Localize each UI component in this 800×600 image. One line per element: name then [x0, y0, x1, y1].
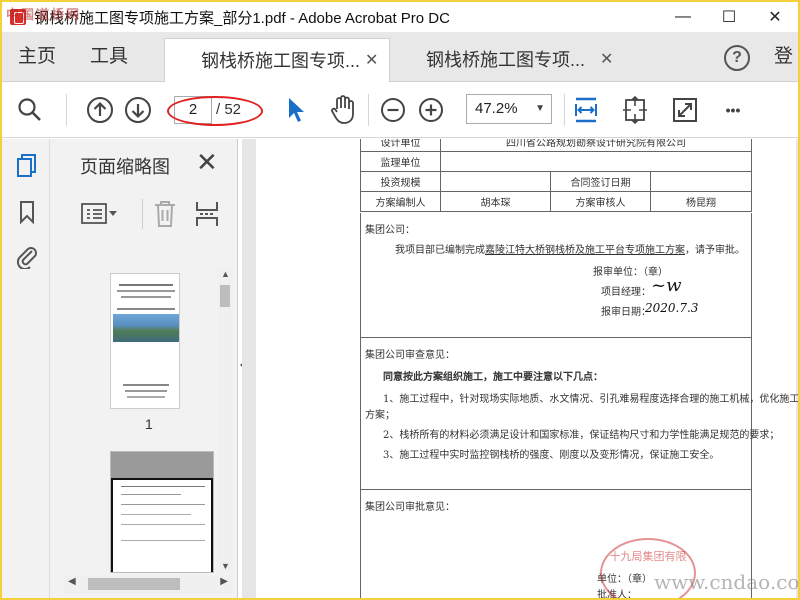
pages-icon[interactable] — [16, 153, 38, 179]
submission-text: 我项目部已编制完成嘉陵江特大桥钢栈桥及施工平台专项施工方案，请予审批。 — [395, 245, 745, 256]
tab-document-1[interactable]: 钢栈桥施工图专项... ✕ — [164, 38, 390, 82]
minimize-button[interactable]: — — [660, 2, 706, 32]
fullscreen-icon[interactable] — [672, 96, 698, 124]
thumbnail-hscrollbar[interactable]: ◀ ▶ — [64, 575, 232, 593]
hscrollbar-thumb[interactable] — [88, 578, 180, 590]
search-icon[interactable] — [16, 96, 44, 124]
table-row: 投资规模 合同签订日期 — [360, 171, 752, 192]
submission-section: 集团公司： 我项目部已编制完成嘉陵江特大桥钢栈桥及施工平台专项施工方案，请予审批… — [360, 213, 752, 338]
fit-width-icon[interactable] — [572, 96, 600, 124]
zoom-out-icon[interactable] — [380, 96, 406, 124]
more-icon[interactable]: ••• — [718, 96, 748, 124]
review-section: 集团公司审查意见： 同意按此方案组织施工，施工中要注意以下几点： 1、施工过程中… — [360, 338, 798, 490]
info-table: 设计单位 四川省公路规划勘察设计研究院有限公司 监理单位 投资规模 合同签订日期… — [360, 139, 752, 212]
close-window-button[interactable]: ✕ — [752, 2, 798, 32]
scroll-up-icon[interactable]: ▲ — [221, 269, 230, 279]
watermark-bottom: www.cndao.com — [654, 570, 798, 594]
window-controls: — ☐ ✕ — [660, 2, 798, 32]
close-tab-icon[interactable]: ✕ — [365, 39, 378, 83]
tab-label: 钢栈桥施工图专项... — [201, 51, 361, 71]
maximize-button[interactable]: ☐ — [706, 2, 752, 32]
handwritten-date: 2020.7.3 — [645, 301, 699, 315]
scroll-left-icon[interactable]: ◀ — [68, 576, 76, 587]
home-nav[interactable]: 主页 — [18, 32, 56, 82]
options-icon[interactable] — [80, 201, 120, 232]
thumbnail-page-1[interactable] — [110, 273, 180, 409]
pdf-page: 设计单位 四川省公路规划勘察设计研究院有限公司 监理单位 投资规模 合同签订日期… — [256, 139, 798, 598]
select-pointer-icon[interactable] — [284, 96, 308, 124]
close-icon[interactable]: ✕ — [196, 147, 218, 178]
close-tab-icon[interactable]: ✕ — [600, 38, 613, 82]
zoom-in-icon[interactable] — [418, 96, 444, 124]
left-rail — [2, 139, 50, 598]
scroll-down-icon[interactable]: ▼ — [221, 561, 230, 571]
signature: ~w — [651, 275, 682, 296]
watermark-top: 中国道桥网 — [6, 7, 82, 22]
hand-icon[interactable] — [328, 95, 358, 124]
bookmark-icon[interactable] — [16, 199, 38, 225]
title-bar: 钢栈桥施工图专项施工方案_部分1.pdf - Adobe Acrobat Pro… — [2, 2, 798, 32]
scrollbar-thumb[interactable] — [220, 285, 230, 307]
window-title: 钢栈桥施工图专项施工方案_部分1.pdf - Adobe Acrobat Pro… — [34, 9, 450, 27]
arrow-down-icon[interactable] — [124, 96, 152, 124]
zoom-value: 47.2% — [475, 100, 518, 117]
arrow-up-icon[interactable] — [86, 96, 114, 124]
page-highlight-annotation — [167, 96, 263, 126]
thumbnail-page-number: 1 — [145, 416, 153, 432]
scroll-mode-icon[interactable] — [622, 96, 648, 124]
help-icon[interactable]: ? — [724, 45, 750, 71]
delete-icon[interactable] — [152, 199, 178, 234]
acrobat-window: 钢栈桥施工图专项施工方案_部分1.pdf - Adobe Acrobat Pro… — [2, 2, 798, 598]
thumbnail-page-2[interactable] — [110, 451, 214, 573]
tab-bar: 主页 工具 钢栈桥施工图专项... ✕ 钢栈桥施工图专项... ✕ ? 登 — [2, 32, 798, 82]
thumbnail-list — [60, 267, 220, 573]
table-row: 监理单位 — [360, 151, 752, 172]
insert-icon[interactable] — [194, 199, 220, 234]
document-view[interactable]: 设计单位 四川省公路规划勘察设计研究院有限公司 监理单位 投资规模 合同签订日期… — [242, 139, 798, 598]
sign-in-link[interactable]: 登 — [774, 32, 793, 82]
tab-document-2[interactable]: 钢栈桥施工图专项... ✕ — [390, 38, 616, 82]
table-row: 方案编制人 胡本琛 方案审核人 杨昆翔 — [360, 191, 752, 212]
tools-nav[interactable]: 工具 — [90, 32, 128, 82]
tab-label: 钢栈桥施工图专项... — [426, 50, 586, 70]
thumbnails-panel: 页面缩略图 ✕ 1 ▲ ▼ ◀ ▶ — [50, 139, 238, 598]
zoom-select[interactable]: 47.2% ▼ — [466, 94, 552, 124]
table-row: 设计单位 四川省公路规划勘察设计研究院有限公司 — [360, 139, 752, 152]
panel-toolbar — [50, 191, 238, 235]
panel-title: 页面缩略图 — [80, 157, 170, 177]
thumbnail-scrollbar[interactable]: ▲ ▼ — [218, 267, 232, 573]
attachment-icon[interactable] — [16, 243, 38, 269]
scroll-right-icon[interactable]: ▶ — [220, 576, 228, 587]
toolbar: 2 / 52 47.2% ▼ ••• — [2, 82, 798, 138]
chevron-down-icon: ▼ — [535, 103, 545, 114]
